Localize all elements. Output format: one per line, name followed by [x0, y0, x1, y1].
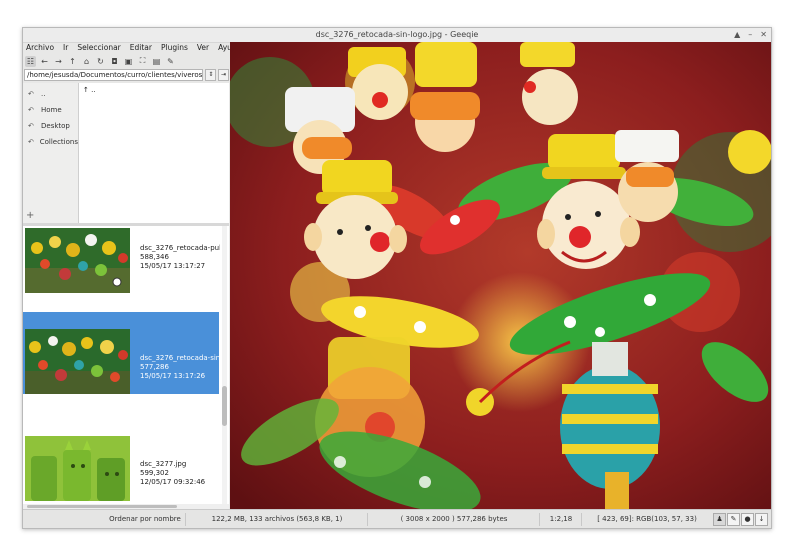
file-info: dsc_3276_retocada-sin-lo 577,286 15/05/1…	[140, 354, 220, 381]
menu-archivo[interactable]: Archivo	[26, 42, 54, 54]
folder-list: ↑ ..	[79, 83, 229, 223]
folder-item-parent[interactable]: ↑ ..	[79, 83, 229, 97]
close-icon[interactable]: ✕	[760, 28, 767, 42]
status-bar: Ordenar por nombre 122,2 MB, 133 archivo…	[23, 509, 771, 528]
menu-ir[interactable]: Ir	[63, 42, 68, 54]
menu-editar[interactable]: Editar	[130, 42, 152, 54]
title-bar: dsc_3276_retocada-sin-logo.jpg - Geeqie …	[23, 28, 771, 43]
path-history-icon[interactable]: ⇕	[205, 69, 217, 81]
path-input[interactable]: /home/jesusda/Documentos/curro/clientes/…	[24, 69, 204, 81]
back-icon[interactable]: ←	[39, 56, 50, 67]
bookmark-icon: ↶	[28, 138, 34, 146]
color-icon[interactable]: ●	[741, 513, 754, 526]
file-row[interactable]: dsc_3276_retocada-publi 588,346 15/05/17…	[23, 226, 220, 308]
zoom-fit-icon[interactable]: ⛶	[137, 56, 148, 67]
home-icon[interactable]: ⌂	[81, 56, 92, 67]
file-size: 588,346	[140, 253, 169, 261]
file-name: dsc_3276_retocada-sin-lo	[140, 354, 220, 362]
sort-selector[interactable]: Ordenar por nombre	[105, 513, 186, 526]
status-summary: 122,2 MB, 133 archivos (563,8 KB, 1)	[187, 513, 368, 526]
window-title: dsc_3276_retocada-sin-logo.jpg - Geeqie	[315, 30, 479, 39]
geeqie-window: dsc_3276_retocada-sin-logo.jpg - Geeqie …	[22, 27, 772, 529]
download-icon[interactable]: ↓	[755, 513, 768, 526]
zoom-in-icon[interactable]: ◘	[109, 56, 120, 67]
horizontal-scrollbar-handle[interactable]	[27, 505, 177, 508]
bookmark-label: Desktop	[41, 122, 70, 130]
bookmark-label: Collections	[39, 138, 78, 146]
path-row: /home/jesusda/Documentos/curro/clientes/…	[23, 69, 229, 81]
info-toggle-icon[interactable]: ♟	[713, 513, 726, 526]
zoom-100-icon[interactable]: ▤	[151, 56, 162, 67]
thumbnail-image	[25, 329, 130, 394]
bookmark-label: Home	[41, 106, 62, 114]
file-date: 15/05/17 13:17:26	[140, 372, 206, 380]
bookmarks-panel: ↶ .. ↶ Home ↶ Desktop ↶ Collections +	[23, 83, 79, 223]
file-date: 12/05/17 09:32:46	[140, 478, 206, 486]
bookmark-icon: ↶	[28, 122, 34, 130]
up-icon[interactable]: ↑	[67, 56, 78, 67]
thumbnail-scrollbar[interactable]	[222, 226, 227, 504]
file-name: dsc_3276_retocada-publi	[140, 244, 220, 252]
file-row-selected[interactable]: dsc_3276_retocada-sin-lo 577,286 15/05/1…	[23, 312, 220, 394]
menu-plugins[interactable]: Plugins	[161, 42, 188, 54]
zoom-out-icon[interactable]: ▣	[123, 56, 134, 67]
menu-bar: Archivo Ir Seleccionar Editar Plugins Ve…	[23, 42, 241, 54]
path-go-icon[interactable]: ⇥	[218, 69, 229, 81]
pencil-icon[interactable]: ✎	[727, 513, 740, 526]
thumbnail-image	[25, 436, 130, 501]
thumbnail-image	[25, 228, 130, 293]
toolbar: ☷ ← → ↑ ⌂ ↻ ◘ ▣ ⛶ ▤ ✎	[23, 54, 231, 68]
bookmark-collections[interactable]: ↶ Collections	[23, 134, 78, 150]
image-view[interactable]	[230, 42, 771, 509]
bookmark-icon: ↶	[28, 90, 34, 98]
thumbnails-toggle-icon[interactable]: ☷	[25, 55, 36, 67]
file-name: dsc_3277.jpg	[140, 460, 187, 468]
file-size: 577,286	[140, 363, 169, 371]
menu-ver[interactable]: Ver	[197, 42, 209, 54]
up-arrow-icon: ↑	[83, 86, 89, 94]
file-date: 15/05/17 13:17:27	[140, 262, 206, 270]
status-zoom[interactable]: 1:2,18	[541, 513, 582, 526]
file-size: 599,302	[140, 469, 169, 477]
bookmark-home[interactable]: ↶ Home	[23, 102, 78, 118]
refresh-icon[interactable]: ↻	[95, 56, 106, 67]
bookmark-parent[interactable]: ↶ ..	[23, 86, 78, 102]
status-pixel-info: [ 423, 69]: RGB(103, 57, 33)	[597, 515, 697, 523]
minimize-icon[interactable]: –	[748, 28, 752, 42]
add-bookmark-icon[interactable]: +	[26, 210, 34, 221]
bookmark-icon: ↶	[28, 106, 34, 114]
file-info: dsc_3277.jpg 599,302 12/05/17 09:32:46	[140, 460, 220, 487]
file-info: dsc_3276_retocada-publi 588,346 15/05/17…	[140, 244, 220, 271]
thumbnail-list: dsc_3276_retocada-publi 588,346 15/05/17…	[23, 226, 229, 504]
file-row[interactable]: dsc_3277.jpg 599,302 12/05/17 09:32:46	[23, 436, 219, 504]
menu-seleccionar[interactable]: Seleccionar	[77, 42, 120, 54]
status-image-info: ( 3008 x 2000 ) 577,286 bytes	[369, 513, 540, 526]
thumbnail-scrollbar-handle[interactable]	[222, 386, 227, 426]
main-image	[230, 42, 771, 509]
bookmark-label: ..	[41, 90, 46, 98]
bookmark-desktop[interactable]: ↶ Desktop	[23, 118, 78, 134]
forward-icon[interactable]: →	[53, 56, 64, 67]
settings-icon[interactable]: ✎	[165, 56, 176, 67]
folder-label: ..	[91, 86, 96, 94]
maximize-icon[interactable]: ▲	[734, 28, 740, 42]
